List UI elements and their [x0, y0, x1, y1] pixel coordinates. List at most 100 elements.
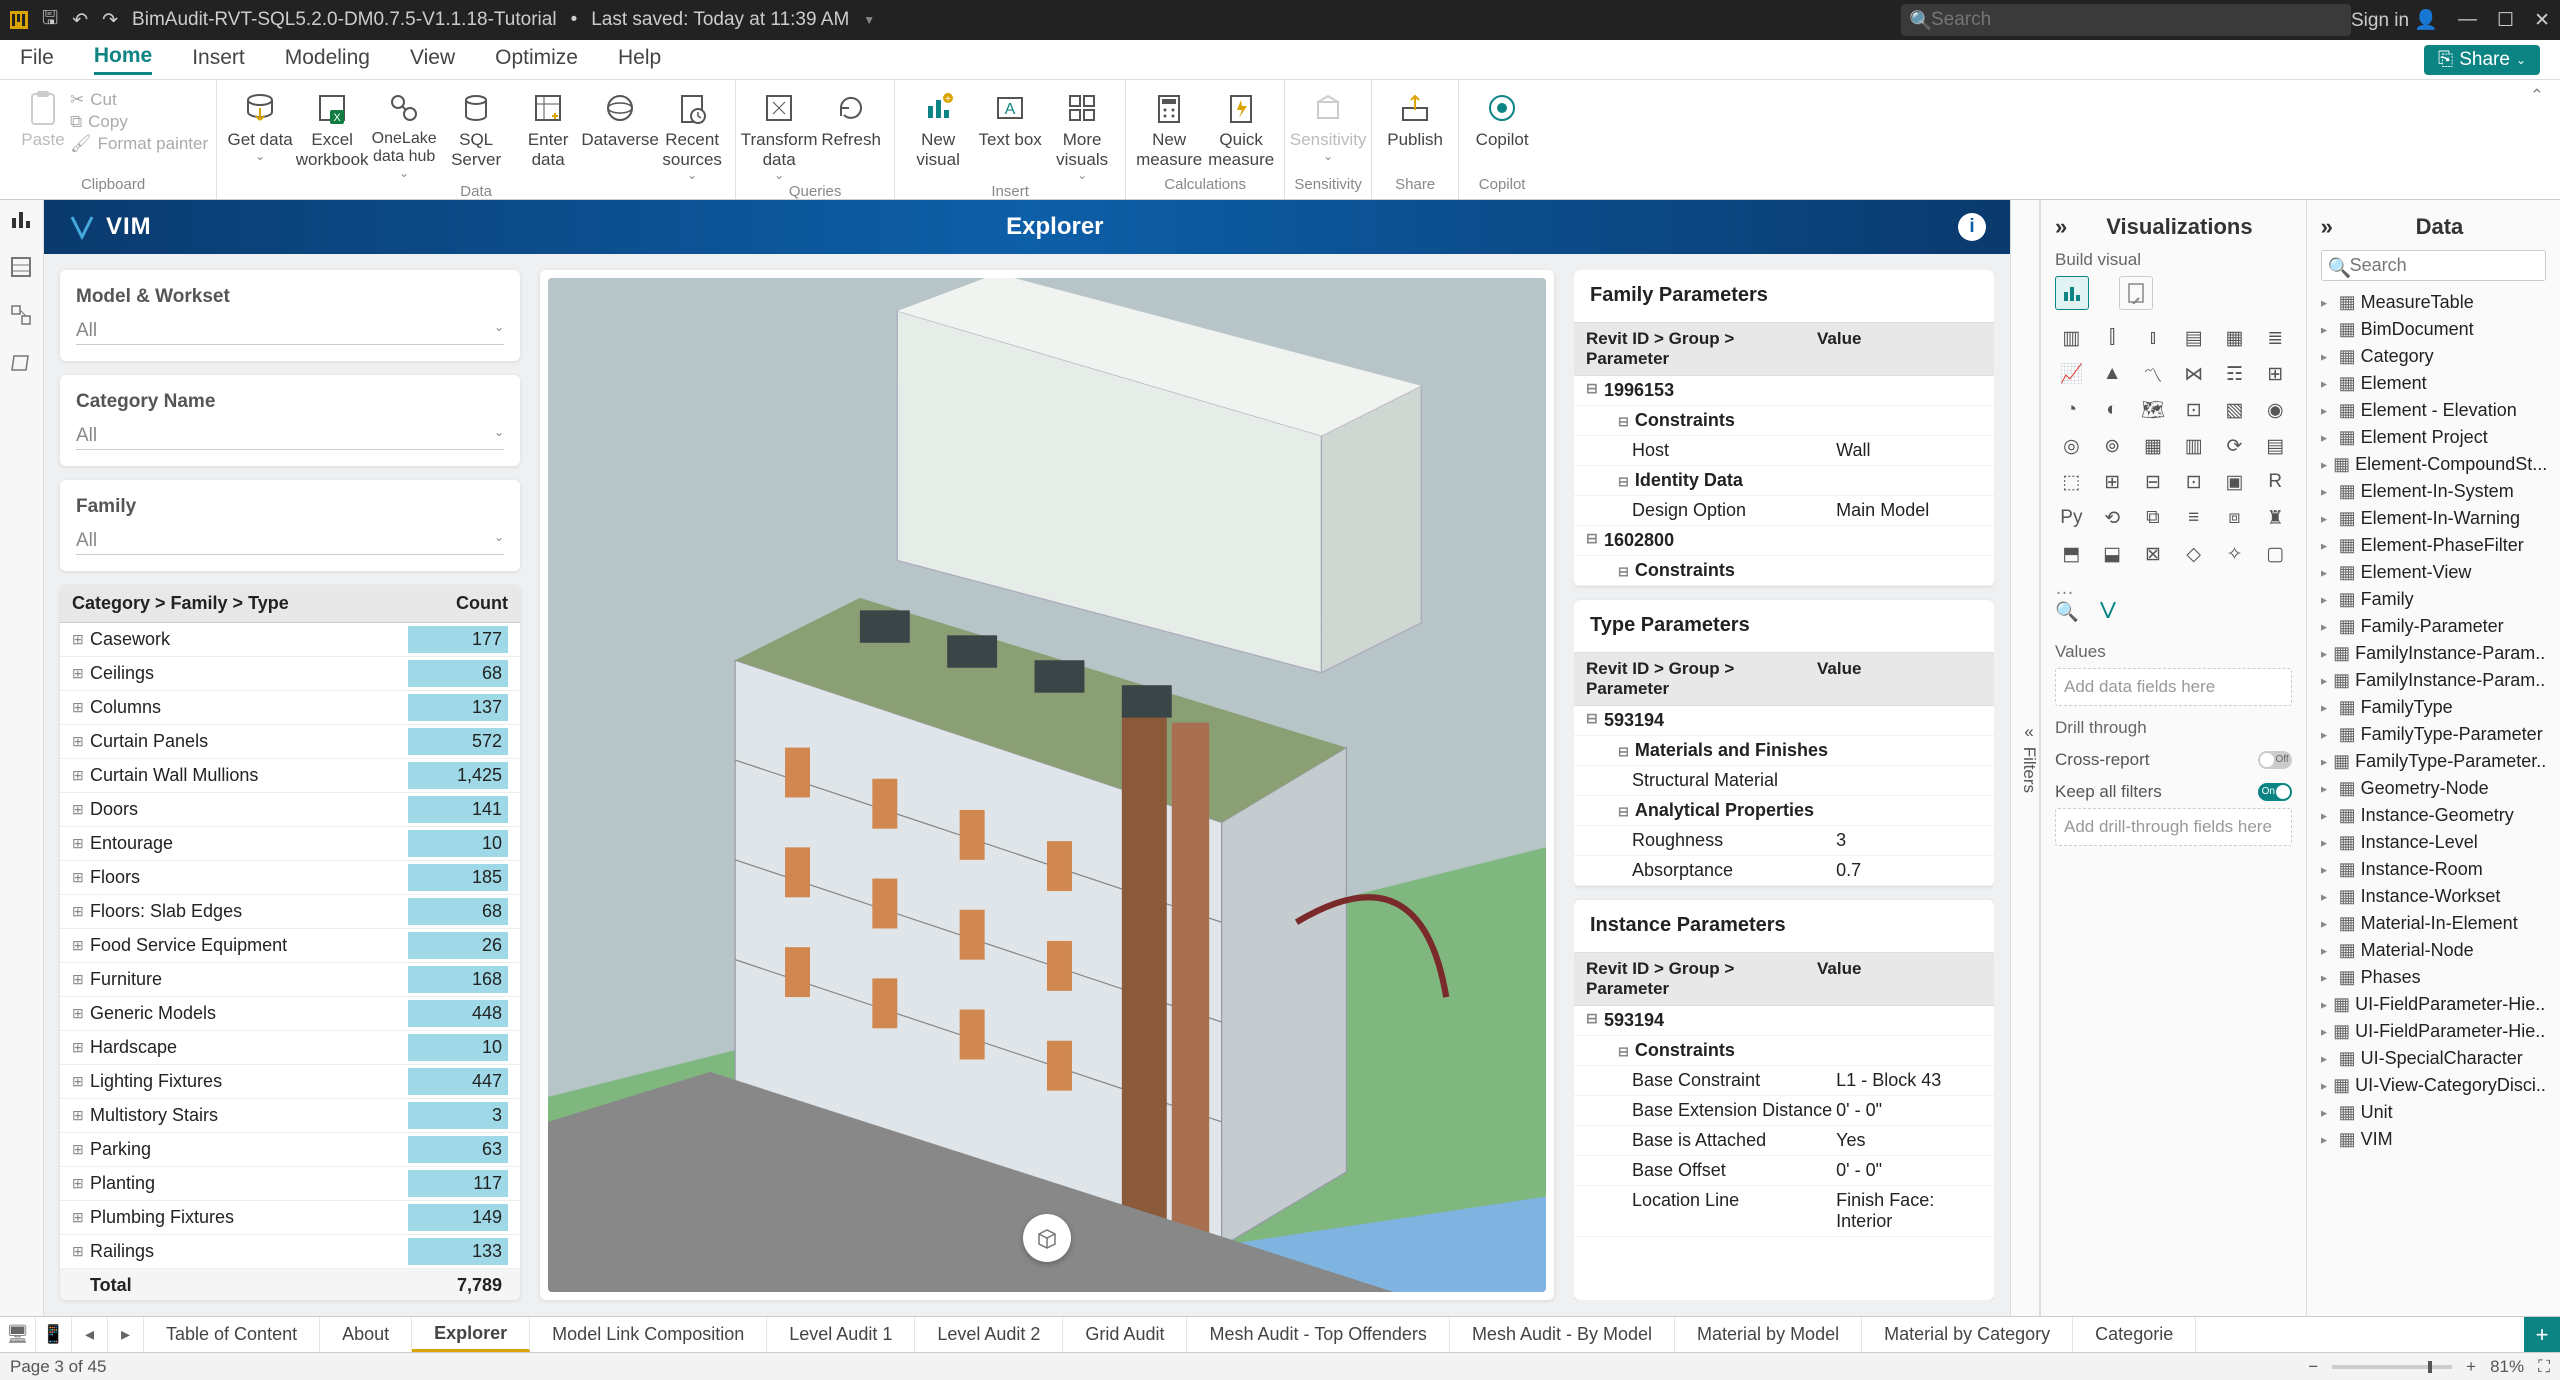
- expand-icon[interactable]: ⊞: [72, 767, 90, 784]
- viz-type-icon[interactable]: ⬓: [2096, 540, 2129, 568]
- page-tab[interactable]: Material by Model: [1675, 1317, 1862, 1352]
- data-table-item[interactable]: ▸▦UI-FieldParameter-Hie...: [2321, 991, 2546, 1018]
- data-table-item[interactable]: ▸▦Material-In-Element: [2321, 910, 2546, 937]
- viz-type-icon[interactable]: ⟳: [2218, 432, 2251, 460]
- table-row[interactable]: ⊞Curtain Panels572: [60, 725, 520, 759]
- data-table-item[interactable]: ▸▦Instance-Room: [2321, 856, 2546, 883]
- viz-filter-icon[interactable]: [2099, 600, 2117, 624]
- fit-page-button[interactable]: ⛶: [2538, 1357, 2550, 1377]
- data-table-item[interactable]: ▸▦BimDocument: [2321, 316, 2546, 343]
- data-table-item[interactable]: ▸▦UI-View-CategoryDisci...: [2321, 1072, 2546, 1099]
- build-visual-tab[interactable]: [2055, 276, 2089, 310]
- viz-type-icon[interactable]: ⊡: [2177, 396, 2210, 424]
- param-row[interactable]: ⊟Analytical Properties: [1574, 796, 1994, 826]
- save-icon[interactable]: 🖫: [42, 4, 58, 36]
- 3d-viewer[interactable]: [540, 270, 1554, 1300]
- param-row[interactable]: Structural Material: [1574, 766, 1994, 796]
- data-table-item[interactable]: ▸▦Instance-Level: [2321, 829, 2546, 856]
- menu-home[interactable]: Home: [94, 44, 152, 75]
- mobile-layout-icon[interactable]: 📱: [36, 1317, 72, 1352]
- format-painter-button[interactable]: 🖌Format painter: [70, 134, 208, 154]
- viz-type-icon[interactable]: ⊠: [2137, 540, 2170, 568]
- param-row[interactable]: ⊟Constraints: [1574, 556, 1994, 586]
- share-button[interactable]: ⎘ Share ⌄: [2424, 45, 2540, 75]
- param-row[interactable]: ⊟Materials and Finishes: [1574, 736, 1994, 766]
- collapse-icon[interactable]: ⊟: [1586, 1010, 1604, 1031]
- data-table-item[interactable]: ▸▦Element-In-System: [2321, 478, 2546, 505]
- viz-type-icon[interactable]: ⧉: [2137, 504, 2170, 532]
- viz-type-icon[interactable]: ⧈: [2218, 504, 2251, 532]
- viz-more-icon[interactable]: …: [2055, 578, 2292, 600]
- close-button[interactable]: ✕: [2534, 9, 2550, 32]
- page-tab[interactable]: Model Link Composition: [530, 1317, 767, 1352]
- viz-type-icon[interactable]: 〽: [2137, 360, 2170, 388]
- param-row[interactable]: Base is AttachedYes: [1574, 1126, 1994, 1156]
- global-search-input[interactable]: [1901, 4, 2351, 36]
- expand-icon[interactable]: ⊞: [72, 1141, 90, 1158]
- data-table-item[interactable]: ▸▦Geometry-Node: [2321, 775, 2546, 802]
- menu-modeling[interactable]: Modeling: [285, 46, 370, 74]
- viz-type-icon[interactable]: ▢: [2259, 540, 2292, 568]
- keep-filters-toggle[interactable]: On: [2258, 783, 2292, 801]
- data-table-item[interactable]: ▸▦Instance-Geometry: [2321, 802, 2546, 829]
- maximize-button[interactable]: ☐: [2497, 9, 2514, 32]
- tab-prev-icon[interactable]: ◂: [72, 1317, 108, 1352]
- expand-icon[interactable]: ⊞: [72, 733, 90, 750]
- param-row[interactable]: Base Extension Distance0' - 0": [1574, 1096, 1994, 1126]
- title-dropdown-icon[interactable]: ▼: [863, 13, 875, 27]
- zoom-slider[interactable]: [2332, 1365, 2452, 1369]
- page-tab[interactable]: Categorie: [2073, 1317, 2196, 1352]
- quick-measure-button[interactable]: Quick measure: [1206, 84, 1276, 169]
- data-table-item[interactable]: ▸▦UI-FieldParameter-Hie...: [2321, 1018, 2546, 1045]
- data-table-item[interactable]: ▸▦Phases: [2321, 964, 2546, 991]
- redo-icon[interactable]: ↷: [102, 9, 118, 32]
- viz-type-icon[interactable]: ✧: [2218, 540, 2251, 568]
- table-row[interactable]: ⊞Doors141: [60, 793, 520, 827]
- viz-type-icon[interactable]: ⊚: [2096, 432, 2129, 460]
- param-row[interactable]: Absorptance0.7: [1574, 856, 1994, 886]
- viz-type-icon[interactable]: ⬒: [2055, 540, 2088, 568]
- expand-icon[interactable]: ⊞: [72, 665, 90, 682]
- data-table-item[interactable]: ▸▦Material-Node: [2321, 937, 2546, 964]
- transform-data-button[interactable]: Transform data⌄: [744, 84, 814, 183]
- menu-optimize[interactable]: Optimize: [495, 46, 578, 74]
- viz-type-icon[interactable]: ▥: [2055, 324, 2088, 352]
- table-row[interactable]: ⊞Furniture168: [60, 963, 520, 997]
- viz-type-icon[interactable]: ⋈: [2177, 360, 2210, 388]
- expand-icon[interactable]: ⊞: [72, 869, 90, 886]
- new-measure-button[interactable]: New measure: [1134, 84, 1204, 169]
- viz-type-icon[interactable]: Py: [2055, 504, 2088, 532]
- undo-icon[interactable]: ↶: [72, 9, 88, 32]
- data-search-input[interactable]: [2321, 250, 2546, 281]
- viz-type-icon[interactable]: ▥: [2177, 432, 2210, 460]
- table-row[interactable]: ⊞Hardscape10: [60, 1031, 520, 1065]
- menu-insert[interactable]: Insert: [192, 46, 245, 74]
- viz-type-icon[interactable]: ▣: [2218, 468, 2251, 496]
- data-table-item[interactable]: ▸▦Element-PhaseFilter: [2321, 532, 2546, 559]
- excel-button[interactable]: XExcel workbook: [297, 84, 367, 169]
- data-table-item[interactable]: ▸▦FamilyInstance-Param...: [2321, 667, 2546, 694]
- viz-type-icon[interactable]: ⫾: [2137, 324, 2170, 352]
- paste-button[interactable]: Paste: [18, 84, 68, 150]
- zoom-out-button[interactable]: −: [2308, 1357, 2318, 1377]
- menu-file[interactable]: File: [20, 46, 54, 74]
- expand-icon[interactable]: ⊞: [72, 631, 90, 648]
- expand-icon[interactable]: ⊞: [72, 903, 90, 920]
- collapse-viz-icon[interactable]: »: [2055, 214, 2067, 240]
- param-row[interactable]: ⊟Constraints: [1574, 406, 1994, 436]
- data-table-item[interactable]: ▸▦FamilyType: [2321, 694, 2546, 721]
- table-view-icon[interactable]: [10, 256, 34, 280]
- copilot-button[interactable]: Copilot: [1467, 84, 1537, 150]
- values-well[interactable]: Add data fields here: [2055, 668, 2292, 706]
- data-table-item[interactable]: ▸▦UI-SpecialCharacter: [2321, 1045, 2546, 1072]
- param-row[interactable]: ⊟1996153: [1574, 376, 1994, 406]
- collapse-icon[interactable]: ⊟: [1618, 804, 1629, 819]
- table-row[interactable]: ⊞Ceilings68: [60, 657, 520, 691]
- table-row[interactable]: ⊞Planting117: [60, 1167, 520, 1201]
- param-row[interactable]: Base Offset0' - 0": [1574, 1156, 1994, 1186]
- param-row[interactable]: Roughness3: [1574, 826, 1994, 856]
- viz-type-icon[interactable]: ▲: [2096, 360, 2129, 388]
- count-header[interactable]: Count: [428, 593, 508, 614]
- cut-button[interactable]: ✂Cut: [70, 90, 208, 110]
- report-view-icon[interactable]: [10, 208, 34, 232]
